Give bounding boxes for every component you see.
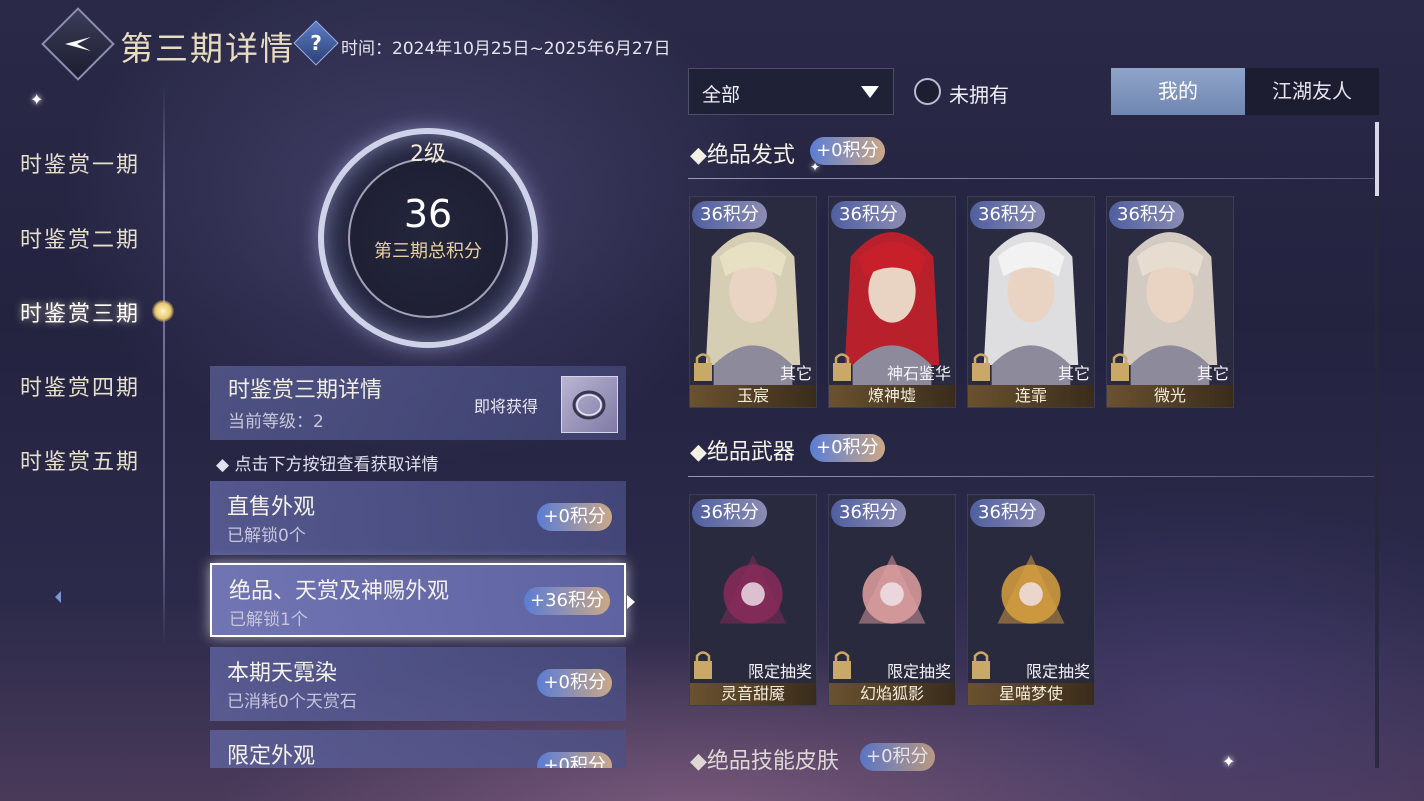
section-title: ◆绝品武器 [690,440,795,465]
appearance-card[interactable]: 36积分 限定抽奖星喵梦使 [967,494,1095,706]
category-row[interactable]: 直售外观 已解锁0个 +0积分 [210,481,626,555]
card-name: 幻焰狐影 [829,683,955,705]
card-source-tag: 限定抽奖 [747,662,812,681]
nav-item-period-5[interactable]: 时鉴赏五期 [20,444,140,476]
category-row[interactable]: 限定外观 +0积分 [210,730,626,768]
total-score-label: 第三期总积分 [374,241,482,262]
lock-icon [972,353,990,381]
help-icon[interactable]: ? [293,20,339,66]
current-level: 当前等级：2 [228,412,324,432]
lock-icon [694,651,712,679]
card-name: 灵音甜魇 [690,683,816,705]
card-source-tag: 其它 [779,364,812,383]
category-row[interactable]: 本期天霓染 已消耗0个天赏石 +0积分 [210,647,626,721]
appearance-card[interactable]: 36积分 其它微光 [1106,196,1234,408]
card-points-badge: 36积分 [970,201,1045,229]
card-name: 微光 [1107,385,1233,407]
filter-dropdown[interactable]: 全部 [688,68,894,115]
section-points-badge: +0积分 [860,743,935,771]
nav-item-period-2[interactable]: 时鉴赏二期 [20,222,140,254]
level-text: 2级 [410,142,446,167]
scrollbar-thumb[interactable] [1375,122,1379,196]
scrollbar[interactable] [1375,122,1379,768]
hint-text: ◆ 点击下方按钮查看获取详情 [216,455,439,475]
total-score: 36 [403,192,453,236]
card-name: 星喵梦使 [968,683,1094,705]
upcoming-reward-label: 即将获得 [474,397,539,416]
card-source-tag: 其它 [1196,364,1229,383]
star-decoration: ✦ [30,90,44,109]
tab-mine[interactable]: 我的 [1111,68,1245,115]
lock-icon [833,651,851,679]
nav-item-period-1[interactable]: 时鉴赏一期 [20,147,140,179]
card-points-badge: 36积分 [692,499,767,527]
section-divider [688,476,1374,477]
appearance-card[interactable]: 36积分 神石鉴华燎神墟 [828,196,956,408]
scroll-left-arrow-icon[interactable] [55,591,61,603]
section-title: ◆绝品技能皮肤 [690,749,839,774]
card-name: 连霏 [968,385,1094,407]
back-button[interactable] [41,7,115,81]
not-owned-radio[interactable] [914,78,941,105]
page-title: 第三期详情 [120,29,295,68]
section-points-badge: +0积分 [810,434,885,462]
period-time: 时间：2024年10月25日~2025年6月27日 [341,39,671,59]
card-source-tag: 神石鉴华 [886,364,951,383]
back-arrow-icon [65,37,91,51]
appearance-card[interactable]: 36积分 限定抽奖灵音甜魇 [689,494,817,706]
lock-icon [694,353,712,381]
appearance-card[interactable]: 36积分 其它玉宸 [689,196,817,408]
ring-reward-icon [572,390,606,420]
card-points-badge: 36积分 [970,499,1045,527]
selected-caret-icon [627,595,635,609]
lock-icon [972,651,990,679]
card-source-tag: 其它 [1057,364,1090,383]
tab-friends[interactable]: 江湖友人 [1245,68,1379,115]
lock-icon [1111,353,1129,381]
card-source-tag: 限定抽奖 [886,662,951,681]
active-nav-marker-icon [152,300,174,322]
nav-item-period-4[interactable]: 时鉴赏四期 [20,370,140,402]
nav-item-period-3[interactable]: 时鉴赏三期 [20,296,140,328]
card-name: 燎神墟 [829,385,955,407]
points-badge: +0积分 [537,669,612,697]
section-points-badge: +0积分 [810,137,885,165]
card-points-badge: 36积分 [1109,201,1184,229]
appearance-card[interactable]: 36积分 其它连霏 [967,196,1095,408]
section-title: ◆绝品发式 [690,143,795,168]
card-source-tag: 限定抽奖 [1025,662,1090,681]
nav-divider [163,85,165,645]
points-badge: +0积分 [537,503,612,531]
section-divider [688,178,1374,179]
upcoming-reward-slot[interactable] [561,376,618,433]
card-points-badge: 36积分 [692,201,767,229]
period-detail-title: 时鉴赏三期详情 [228,378,383,403]
category-row-selected[interactable]: 绝品、天赏及神赐外观 已解锁1个 +36积分 [210,563,626,637]
points-badge: +0积分 [537,752,612,768]
card-points-badge: 36积分 [831,201,906,229]
card-name: 玉宸 [690,385,816,407]
points-badge: +36积分 [524,587,610,615]
card-points-badge: 36积分 [831,499,906,527]
chevron-down-icon [861,86,879,98]
lock-icon [833,353,851,381]
not-owned-label[interactable]: 未拥有 [949,79,1009,108]
appearance-card[interactable]: 36积分 限定抽奖幻焰狐影 [828,494,956,706]
star-decoration: ✦ [1222,752,1236,771]
